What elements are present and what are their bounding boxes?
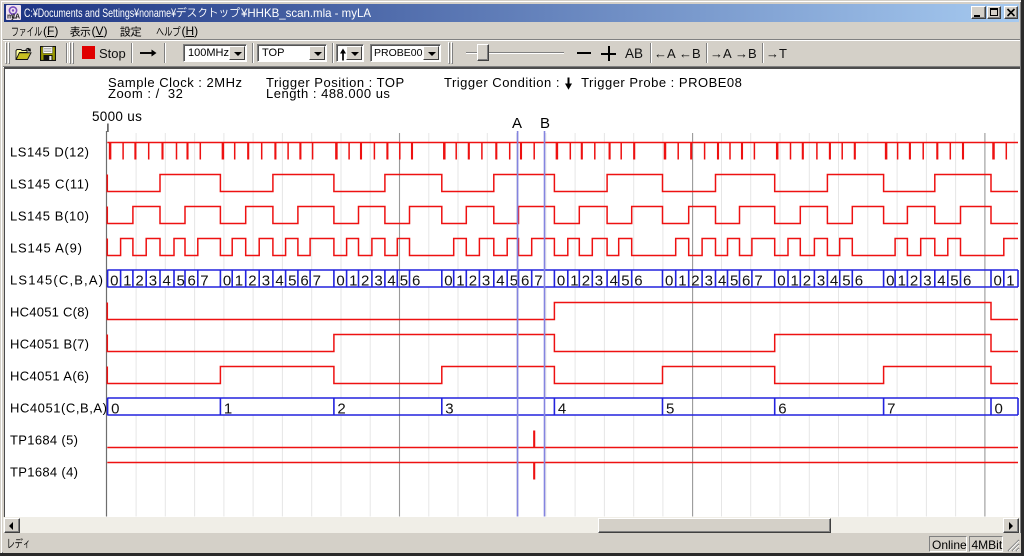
svg-text:4: 4 — [387, 273, 395, 290]
svg-text:2: 2 — [582, 273, 590, 290]
svg-text:1: 1 — [123, 273, 131, 290]
svg-text:1: 1 — [898, 273, 906, 290]
svg-text:HC4051 A(6): HC4051 A(6) — [10, 369, 89, 384]
svg-text:2: 2 — [910, 273, 918, 290]
svg-text:C:¥Documents and Settings¥nona: C:¥Documents and Settings¥noname¥ — [24, 6, 176, 20]
svg-text:LS145 C(11): LS145 C(11) — [10, 177, 89, 192]
svg-text:4: 4 — [558, 401, 566, 418]
svg-text:5: 5 — [400, 273, 408, 290]
svg-text:0: 0 — [994, 273, 1002, 290]
svg-text:LS145 D(12): LS145 D(12) — [10, 145, 89, 160]
svg-text:6: 6 — [742, 273, 750, 290]
svg-text:3: 3 — [149, 273, 157, 290]
svg-text:3: 3 — [374, 273, 382, 290]
svg-text:0: 0 — [665, 273, 673, 290]
svg-text:6: 6 — [778, 401, 786, 418]
svg-text:TP1684 (5): TP1684 (5) — [10, 433, 78, 448]
svg-text:1: 1 — [456, 273, 464, 290]
svg-text:3: 3 — [262, 273, 270, 290]
svg-text:5: 5 — [177, 273, 185, 290]
svg-text:4: 4 — [163, 273, 171, 290]
svg-text:1: 1 — [349, 273, 357, 290]
svg-text:2: 2 — [469, 273, 477, 290]
svg-text:5: 5 — [288, 273, 296, 290]
svg-text:7: 7 — [313, 273, 321, 290]
svg-text:5: 5 — [842, 273, 850, 290]
svg-text:3: 3 — [817, 273, 825, 290]
svg-text:6: 6 — [412, 273, 420, 290]
svg-text:3: 3 — [705, 273, 713, 290]
svg-text:0: 0 — [886, 273, 894, 290]
svg-text:LS145(C,B,A): LS145(C,B,A) — [10, 273, 103, 288]
svg-text:6: 6 — [634, 273, 642, 290]
svg-text:LS145 A(9): LS145 A(9) — [10, 241, 82, 256]
svg-text:0: 0 — [777, 273, 785, 290]
svg-text:1: 1 — [678, 273, 686, 290]
svg-text:0: 0 — [111, 401, 119, 418]
svg-text:4: 4 — [610, 273, 618, 290]
svg-text:2: 2 — [361, 273, 369, 290]
svg-text:6: 6 — [855, 273, 863, 290]
svg-text:4: 4 — [718, 273, 726, 290]
svg-text:5: 5 — [730, 273, 738, 290]
svg-text:5: 5 — [950, 273, 958, 290]
svg-text:0: 0 — [223, 273, 231, 290]
svg-text:5: 5 — [666, 401, 674, 418]
svg-text:3: 3 — [482, 273, 490, 290]
svg-text:HC4051 C(8): HC4051 C(8) — [10, 305, 89, 320]
svg-text:5: 5 — [621, 273, 629, 290]
svg-text:LS145 B(10): LS145 B(10) — [10, 209, 89, 224]
svg-text:2: 2 — [337, 401, 345, 418]
svg-text:6: 6 — [188, 273, 196, 290]
svg-text:0: 0 — [557, 273, 565, 290]
svg-text:6: 6 — [521, 273, 529, 290]
svg-text:7: 7 — [887, 401, 895, 418]
svg-text:2: 2 — [135, 273, 143, 290]
svg-text:myLA: myLA — [7, 14, 20, 21]
svg-text:HC4051(C,B,A): HC4051(C,B,A) — [10, 401, 107, 416]
svg-text:¥HHKB_scan.mla - myLA: ¥HHKB_scan.mla - myLA — [240, 6, 371, 20]
svg-text:2: 2 — [248, 273, 256, 290]
svg-text:1: 1 — [1006, 273, 1014, 290]
svg-text:1: 1 — [235, 273, 243, 290]
svg-text:2: 2 — [691, 273, 699, 290]
svg-text:TP1684 (4): TP1684 (4) — [10, 465, 78, 480]
svg-text:4: 4 — [937, 273, 945, 290]
svg-text:5: 5 — [510, 273, 518, 290]
svg-text:3: 3 — [595, 273, 603, 290]
svg-text:1: 1 — [791, 273, 799, 290]
svg-text:6: 6 — [963, 273, 971, 290]
svg-text:0: 0 — [444, 273, 452, 290]
svg-text:7: 7 — [200, 273, 208, 290]
svg-text:4: 4 — [275, 273, 283, 290]
svg-text:2: 2 — [803, 273, 811, 290]
svg-text:3: 3 — [923, 273, 931, 290]
svg-text:4: 4 — [496, 273, 504, 290]
svg-text:4: 4 — [830, 273, 838, 290]
svg-text:3: 3 — [445, 401, 453, 418]
svg-text:0: 0 — [110, 273, 118, 290]
svg-text:6: 6 — [300, 273, 308, 290]
svg-text:7: 7 — [754, 273, 762, 290]
svg-text:0: 0 — [336, 273, 344, 290]
svg-text:1: 1 — [224, 401, 232, 418]
svg-text:0: 0 — [995, 401, 1003, 418]
svg-text:7: 7 — [534, 273, 542, 290]
svg-text:1: 1 — [570, 273, 578, 290]
svg-text:HC4051 B(7): HC4051 B(7) — [10, 337, 89, 352]
